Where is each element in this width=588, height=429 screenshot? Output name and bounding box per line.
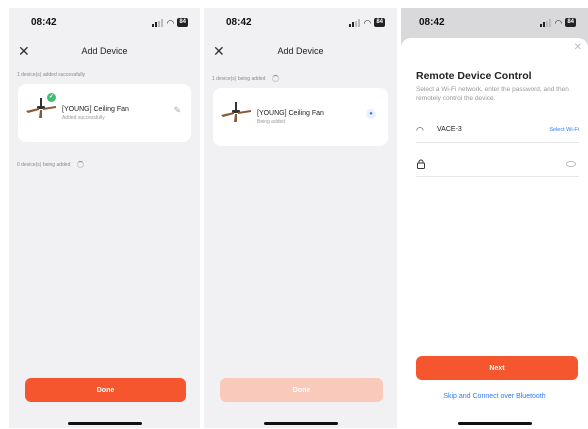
nav-bar: ✕ Add Device: [204, 42, 397, 62]
done-button[interactable]: Done: [25, 378, 186, 402]
skip-bluetooth-link[interactable]: Skip and Connect over Bluetooth: [401, 393, 588, 400]
device-card[interactable]: [YOUNG] Ceiling Fan Being added ●: [213, 88, 388, 146]
adding-section-label: 1 device(s) being added: [212, 75, 266, 82]
done-button-disabled[interactable]: Done: [220, 378, 383, 402]
success-check-icon: ✓: [47, 93, 56, 102]
device-status: Being added: [257, 119, 286, 125]
screen-add-device-progress: 08:42 ◠ 84 ✕ Add Device 1 device(s) bein…: [204, 8, 397, 428]
nav-bar: ✕ Add Device: [9, 42, 200, 62]
wifi-network-row[interactable]: ◠ VACE-3 Select Wi-Fi: [416, 120, 579, 143]
page-title: Add Device: [81, 46, 128, 56]
signal-icon: [540, 18, 552, 27]
battery-icon: 84: [565, 18, 576, 27]
select-wifi-link[interactable]: Select Wi-Fi: [549, 127, 579, 133]
wifi-status-icon: ◠: [363, 17, 372, 28]
home-indicator: [67, 422, 142, 425]
wifi-connecting-icon: ●: [366, 109, 376, 119]
status-bar: 08:42 ◠ 84: [401, 8, 588, 38]
lock-icon: [417, 159, 425, 169]
page-title: Add Device: [277, 46, 324, 56]
status-time: 08:42: [419, 17, 445, 28]
success-section-label: 1 device(s) added successfully: [17, 72, 86, 78]
loading-spinner-icon: [76, 161, 84, 168]
battery-icon: 84: [177, 18, 188, 27]
bottom-sheet: ✕ Remote Device Control Select a Wi-Fi n…: [401, 38, 588, 428]
screen-remote-device-control: 08:42 ◠ 84 ✕ Remote Device Control Selec…: [401, 8, 588, 428]
signal-icon: [349, 18, 361, 27]
ceiling-fan-icon: [221, 102, 251, 122]
password-input[interactable]: [436, 156, 561, 173]
device-name: [YOUNG] Ceiling Fan: [62, 106, 129, 113]
wifi-icon: ◠: [416, 125, 424, 135]
home-indicator: [457, 422, 532, 425]
battery-icon: 84: [374, 18, 385, 27]
edit-icon[interactable]: ✎: [173, 105, 181, 116]
status-bar: 08:42 ◠ 84: [9, 8, 200, 38]
password-row[interactable]: [416, 154, 579, 177]
wifi-status-icon: ◠: [166, 17, 175, 28]
eye-icon[interactable]: [566, 161, 576, 167]
wifi-status-icon: ◠: [554, 17, 563, 28]
adding-section-label: 0 device(s) being added: [17, 161, 71, 168]
status-bar: 08:42 ◠ 84: [204, 8, 397, 38]
device-name: [YOUNG] Ceiling Fan: [257, 110, 324, 117]
signal-icon: [152, 18, 164, 27]
next-button[interactable]: Next: [416, 356, 578, 380]
home-indicator: [263, 422, 338, 425]
screen-add-device-success: 08:42 ◠ 84 ✕ Add Device 1 device(s) adde…: [9, 8, 200, 428]
sheet-description: Select a Wi-Fi network, enter the passwo…: [416, 86, 569, 102]
close-icon[interactable]: ✕: [574, 42, 582, 53]
loading-spinner-icon: [271, 75, 279, 82]
sheet-title: Remote Device Control: [416, 70, 532, 82]
wifi-name: VACE-3: [437, 126, 462, 133]
status-time: 08:42: [31, 17, 57, 28]
device-card[interactable]: ✓ [YOUNG] Ceiling Fan Added successfully…: [18, 84, 191, 142]
device-status: Added successfully: [62, 115, 105, 121]
status-time: 08:42: [226, 17, 252, 28]
